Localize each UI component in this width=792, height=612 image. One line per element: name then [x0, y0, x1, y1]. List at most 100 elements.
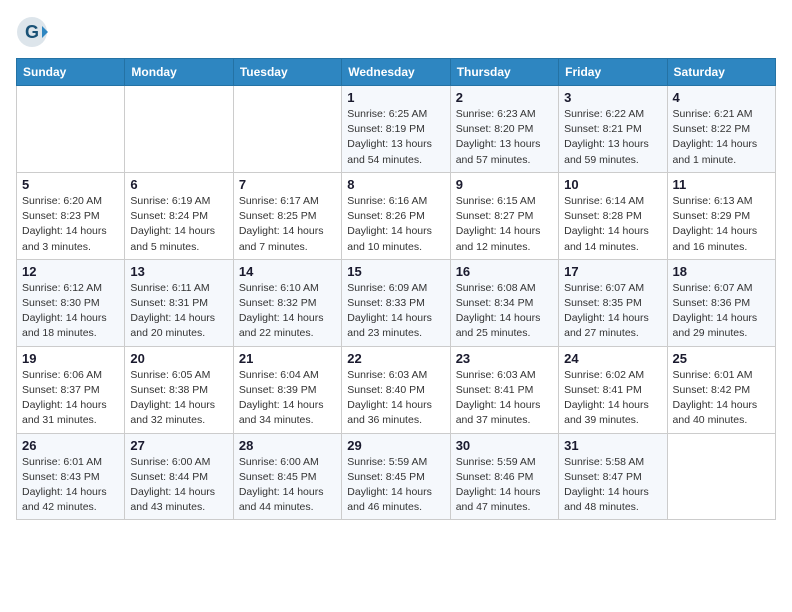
day-number: 25 [673, 351, 770, 366]
day-cell-1: 1Sunrise: 6:25 AM Sunset: 8:19 PM Daylig… [342, 86, 450, 173]
day-info: Sunrise: 6:02 AM Sunset: 8:41 PM Dayligh… [564, 368, 661, 429]
day-number: 11 [673, 177, 770, 192]
day-info: Sunrise: 6:14 AM Sunset: 8:28 PM Dayligh… [564, 194, 661, 255]
day-info: Sunrise: 6:03 AM Sunset: 8:40 PM Dayligh… [347, 368, 444, 429]
day-number: 6 [130, 177, 227, 192]
logo: G [16, 16, 52, 48]
day-cell-25: 25 Sunrise: 6:01 AM Sunset: 8:42 PM Dayli… [667, 346, 775, 433]
day-cell-14: 14 Sunrise: 6:10 AM Sunset: 8:32 PM Dayli… [233, 259, 341, 346]
empty-cell [233, 86, 341, 173]
day-info: Sunrise: 6:00 AM Sunset: 8:44 PM Dayligh… [130, 455, 227, 516]
day-cell-24: 24Sunrise: 6:02 AM Sunset: 8:41 PM Dayli… [559, 346, 667, 433]
day-cell-26: 26Sunrise: 6:01 AM Sunset: 8:43 PM Dayli… [17, 433, 125, 520]
day-info: Sunrise: 6:09 AM Sunset: 8:33 PM Dayligh… [347, 281, 444, 342]
day-cell-20: 20 Sunrise: 6:05 AM Sunset: 8:38 PM Dayli… [125, 346, 233, 433]
day-number: 29 [347, 438, 444, 453]
day-number: 17 [564, 264, 661, 279]
day-number: 15 [347, 264, 444, 279]
day-number: 5 [22, 177, 119, 192]
day-info: Sunrise: 6:07 AM Sunset: 8:35 PM Dayligh… [564, 281, 661, 342]
day-cell-2: 2 Sunrise: 6:23 AM Sunset: 8:20 PM Daylig… [450, 86, 558, 173]
day-number: 13 [130, 264, 227, 279]
day-info: Sunrise: 6:21 AM Sunset: 8:22 PM Dayligh… [673, 107, 770, 168]
empty-cell [667, 433, 775, 520]
weekday-header-tuesday: Tuesday [233, 59, 341, 86]
day-number: 22 [347, 351, 444, 366]
day-info: Sunrise: 6:01 AM Sunset: 8:42 PM Dayligh… [673, 368, 770, 429]
day-info: Sunrise: 5:59 AM Sunset: 8:46 PM Dayligh… [456, 455, 553, 516]
day-cell-10: 10 Sunrise: 6:14 AM Sunset: 8:28 PM Dayli… [559, 172, 667, 259]
calendar-week-2: 5 Sunrise: 6:20 AM Sunset: 8:23 PM Daylig… [17, 172, 776, 259]
day-cell-30: 30 Sunrise: 5:59 AM Sunset: 8:46 PM Dayli… [450, 433, 558, 520]
calendar-week-4: 19Sunrise: 6:06 AM Sunset: 8:37 PM Dayli… [17, 346, 776, 433]
day-info: Sunrise: 6:25 AM Sunset: 8:19 PM Dayligh… [347, 107, 444, 168]
day-info: Sunrise: 5:58 AM Sunset: 8:47 PM Dayligh… [564, 455, 661, 516]
calendar-body: 1Sunrise: 6:25 AM Sunset: 8:19 PM Daylig… [17, 86, 776, 520]
day-number: 10 [564, 177, 661, 192]
day-number: 28 [239, 438, 336, 453]
calendar-week-3: 12 Sunrise: 6:12 AM Sunset: 8:30 PM Dayli… [17, 259, 776, 346]
day-info: Sunrise: 6:15 AM Sunset: 8:27 PM Dayligh… [456, 194, 553, 255]
day-info: Sunrise: 6:00 AM Sunset: 8:45 PM Dayligh… [239, 455, 336, 516]
day-cell-27: 27 Sunrise: 6:00 AM Sunset: 8:44 PM Dayli… [125, 433, 233, 520]
day-cell-16: 16 Sunrise: 6:08 AM Sunset: 8:34 PM Dayli… [450, 259, 558, 346]
day-cell-18: 18Sunrise: 6:07 AM Sunset: 8:36 PM Dayli… [667, 259, 775, 346]
day-cell-9: 9Sunrise: 6:15 AM Sunset: 8:27 PM Daylig… [450, 172, 558, 259]
empty-cell [125, 86, 233, 173]
day-info: Sunrise: 6:01 AM Sunset: 8:43 PM Dayligh… [22, 455, 119, 516]
day-cell-28: 28 Sunrise: 6:00 AM Sunset: 8:45 PM Dayli… [233, 433, 341, 520]
day-number: 19 [22, 351, 119, 366]
calendar-week-1: 1Sunrise: 6:25 AM Sunset: 8:19 PM Daylig… [17, 86, 776, 173]
day-number: 30 [456, 438, 553, 453]
day-info: Sunrise: 6:12 AM Sunset: 8:30 PM Dayligh… [22, 281, 119, 342]
day-cell-23: 23 Sunrise: 6:03 AM Sunset: 8:41 PM Dayli… [450, 346, 558, 433]
day-cell-11: 11Sunrise: 6:13 AM Sunset: 8:29 PM Dayli… [667, 172, 775, 259]
day-info: Sunrise: 6:16 AM Sunset: 8:26 PM Dayligh… [347, 194, 444, 255]
day-info: Sunrise: 6:19 AM Sunset: 8:24 PM Dayligh… [130, 194, 227, 255]
day-info: Sunrise: 6:04 AM Sunset: 8:39 PM Dayligh… [239, 368, 336, 429]
day-number: 27 [130, 438, 227, 453]
day-cell-31: 31 Sunrise: 5:58 AM Sunset: 8:47 PM Dayli… [559, 433, 667, 520]
weekday-header-monday: Monday [125, 59, 233, 86]
day-number: 16 [456, 264, 553, 279]
day-number: 4 [673, 90, 770, 105]
svg-text:G: G [25, 22, 39, 42]
day-info: Sunrise: 5:59 AM Sunset: 8:45 PM Dayligh… [347, 455, 444, 516]
day-cell-22: 22 Sunrise: 6:03 AM Sunset: 8:40 PM Dayli… [342, 346, 450, 433]
day-number: 21 [239, 351, 336, 366]
day-info: Sunrise: 6:22 AM Sunset: 8:21 PM Dayligh… [564, 107, 661, 168]
day-info: Sunrise: 6:10 AM Sunset: 8:32 PM Dayligh… [239, 281, 336, 342]
day-number: 12 [22, 264, 119, 279]
day-info: Sunrise: 6:17 AM Sunset: 8:25 PM Dayligh… [239, 194, 336, 255]
day-info: Sunrise: 6:03 AM Sunset: 8:41 PM Dayligh… [456, 368, 553, 429]
day-number: 2 [456, 90, 553, 105]
weekday-header-thursday: Thursday [450, 59, 558, 86]
day-number: 31 [564, 438, 661, 453]
day-info: Sunrise: 6:05 AM Sunset: 8:38 PM Dayligh… [130, 368, 227, 429]
day-cell-3: 3Sunrise: 6:22 AM Sunset: 8:21 PM Daylig… [559, 86, 667, 173]
day-cell-13: 13Sunrise: 6:11 AM Sunset: 8:31 PM Dayli… [125, 259, 233, 346]
day-cell-17: 17 Sunrise: 6:07 AM Sunset: 8:35 PM Dayli… [559, 259, 667, 346]
day-number: 8 [347, 177, 444, 192]
day-number: 7 [239, 177, 336, 192]
logo-icon: G [16, 16, 48, 48]
day-cell-21: 21 Sunrise: 6:04 AM Sunset: 8:39 PM Dayli… [233, 346, 341, 433]
day-cell-5: 5 Sunrise: 6:20 AM Sunset: 8:23 PM Daylig… [17, 172, 125, 259]
weekday-header-friday: Friday [559, 59, 667, 86]
calendar-week-5: 26Sunrise: 6:01 AM Sunset: 8:43 PM Dayli… [17, 433, 776, 520]
day-info: Sunrise: 6:23 AM Sunset: 8:20 PM Dayligh… [456, 107, 553, 168]
weekday-header-sunday: Sunday [17, 59, 125, 86]
day-cell-19: 19Sunrise: 6:06 AM Sunset: 8:37 PM Dayli… [17, 346, 125, 433]
day-info: Sunrise: 6:20 AM Sunset: 8:23 PM Dayligh… [22, 194, 119, 255]
weekday-header-saturday: Saturday [667, 59, 775, 86]
day-number: 14 [239, 264, 336, 279]
day-cell-12: 12 Sunrise: 6:12 AM Sunset: 8:30 PM Dayli… [17, 259, 125, 346]
empty-cell [17, 86, 125, 173]
day-number: 23 [456, 351, 553, 366]
day-info: Sunrise: 6:08 AM Sunset: 8:34 PM Dayligh… [456, 281, 553, 342]
calendar-table: SundayMondayTuesdayWednesdayThursdayFrid… [16, 58, 776, 520]
day-cell-4: 4 Sunrise: 6:21 AM Sunset: 8:22 PM Daylig… [667, 86, 775, 173]
weekday-row: SundayMondayTuesdayWednesdayThursdayFrid… [17, 59, 776, 86]
day-cell-7: 7 Sunrise: 6:17 AM Sunset: 8:25 PM Daylig… [233, 172, 341, 259]
day-number: 20 [130, 351, 227, 366]
